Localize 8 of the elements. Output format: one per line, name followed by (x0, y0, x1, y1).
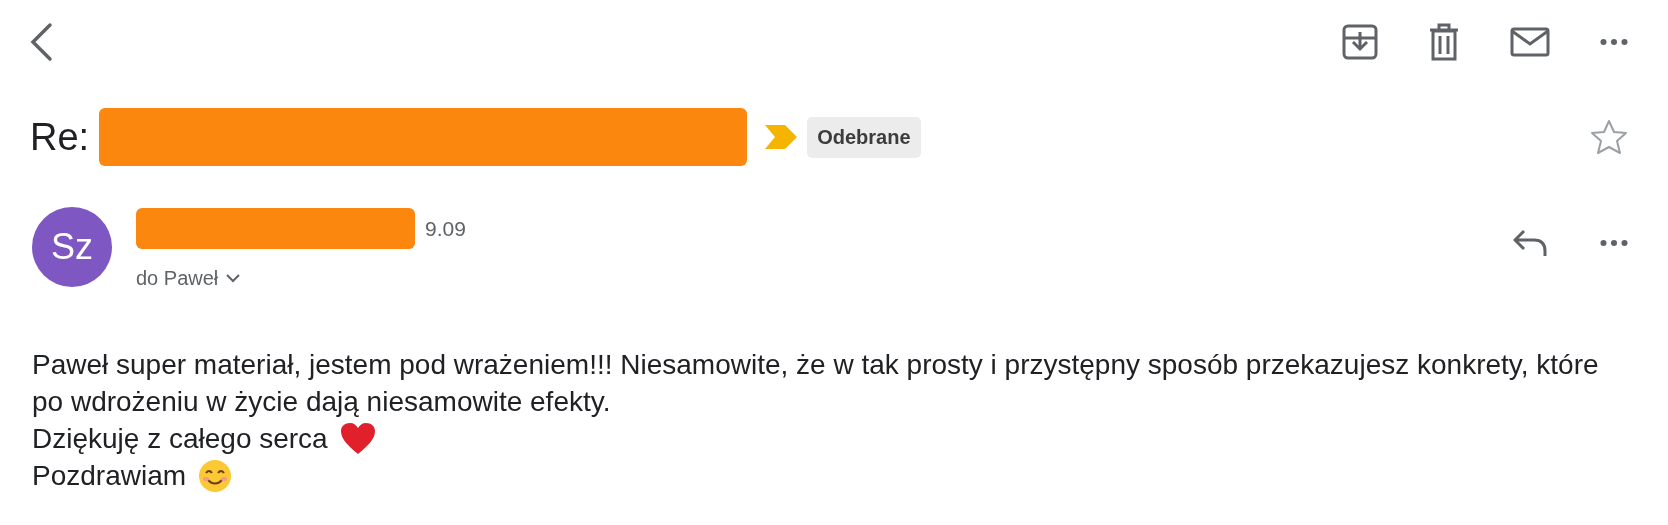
avatar: Sz (32, 207, 112, 287)
message-line: Dziękuję z całego serca (32, 422, 328, 456)
subject-prefix: Re: (30, 115, 90, 159)
message-paragraph: Paweł super materiał, jestem pod wrażeniem!!! Niesamowite, że w tak prosty i przystępny sposób przekazujesz konkrety, które po wdrożeniu w życie dają niesamowite efekty. (32, 348, 1600, 419)
recipient-text: do Paweł (136, 267, 219, 290)
inbox-label[interactable]: Odebrane (807, 116, 921, 158)
message-line: Pozdrawiam (32, 459, 187, 493)
message-time: 9.09 (425, 216, 466, 241)
